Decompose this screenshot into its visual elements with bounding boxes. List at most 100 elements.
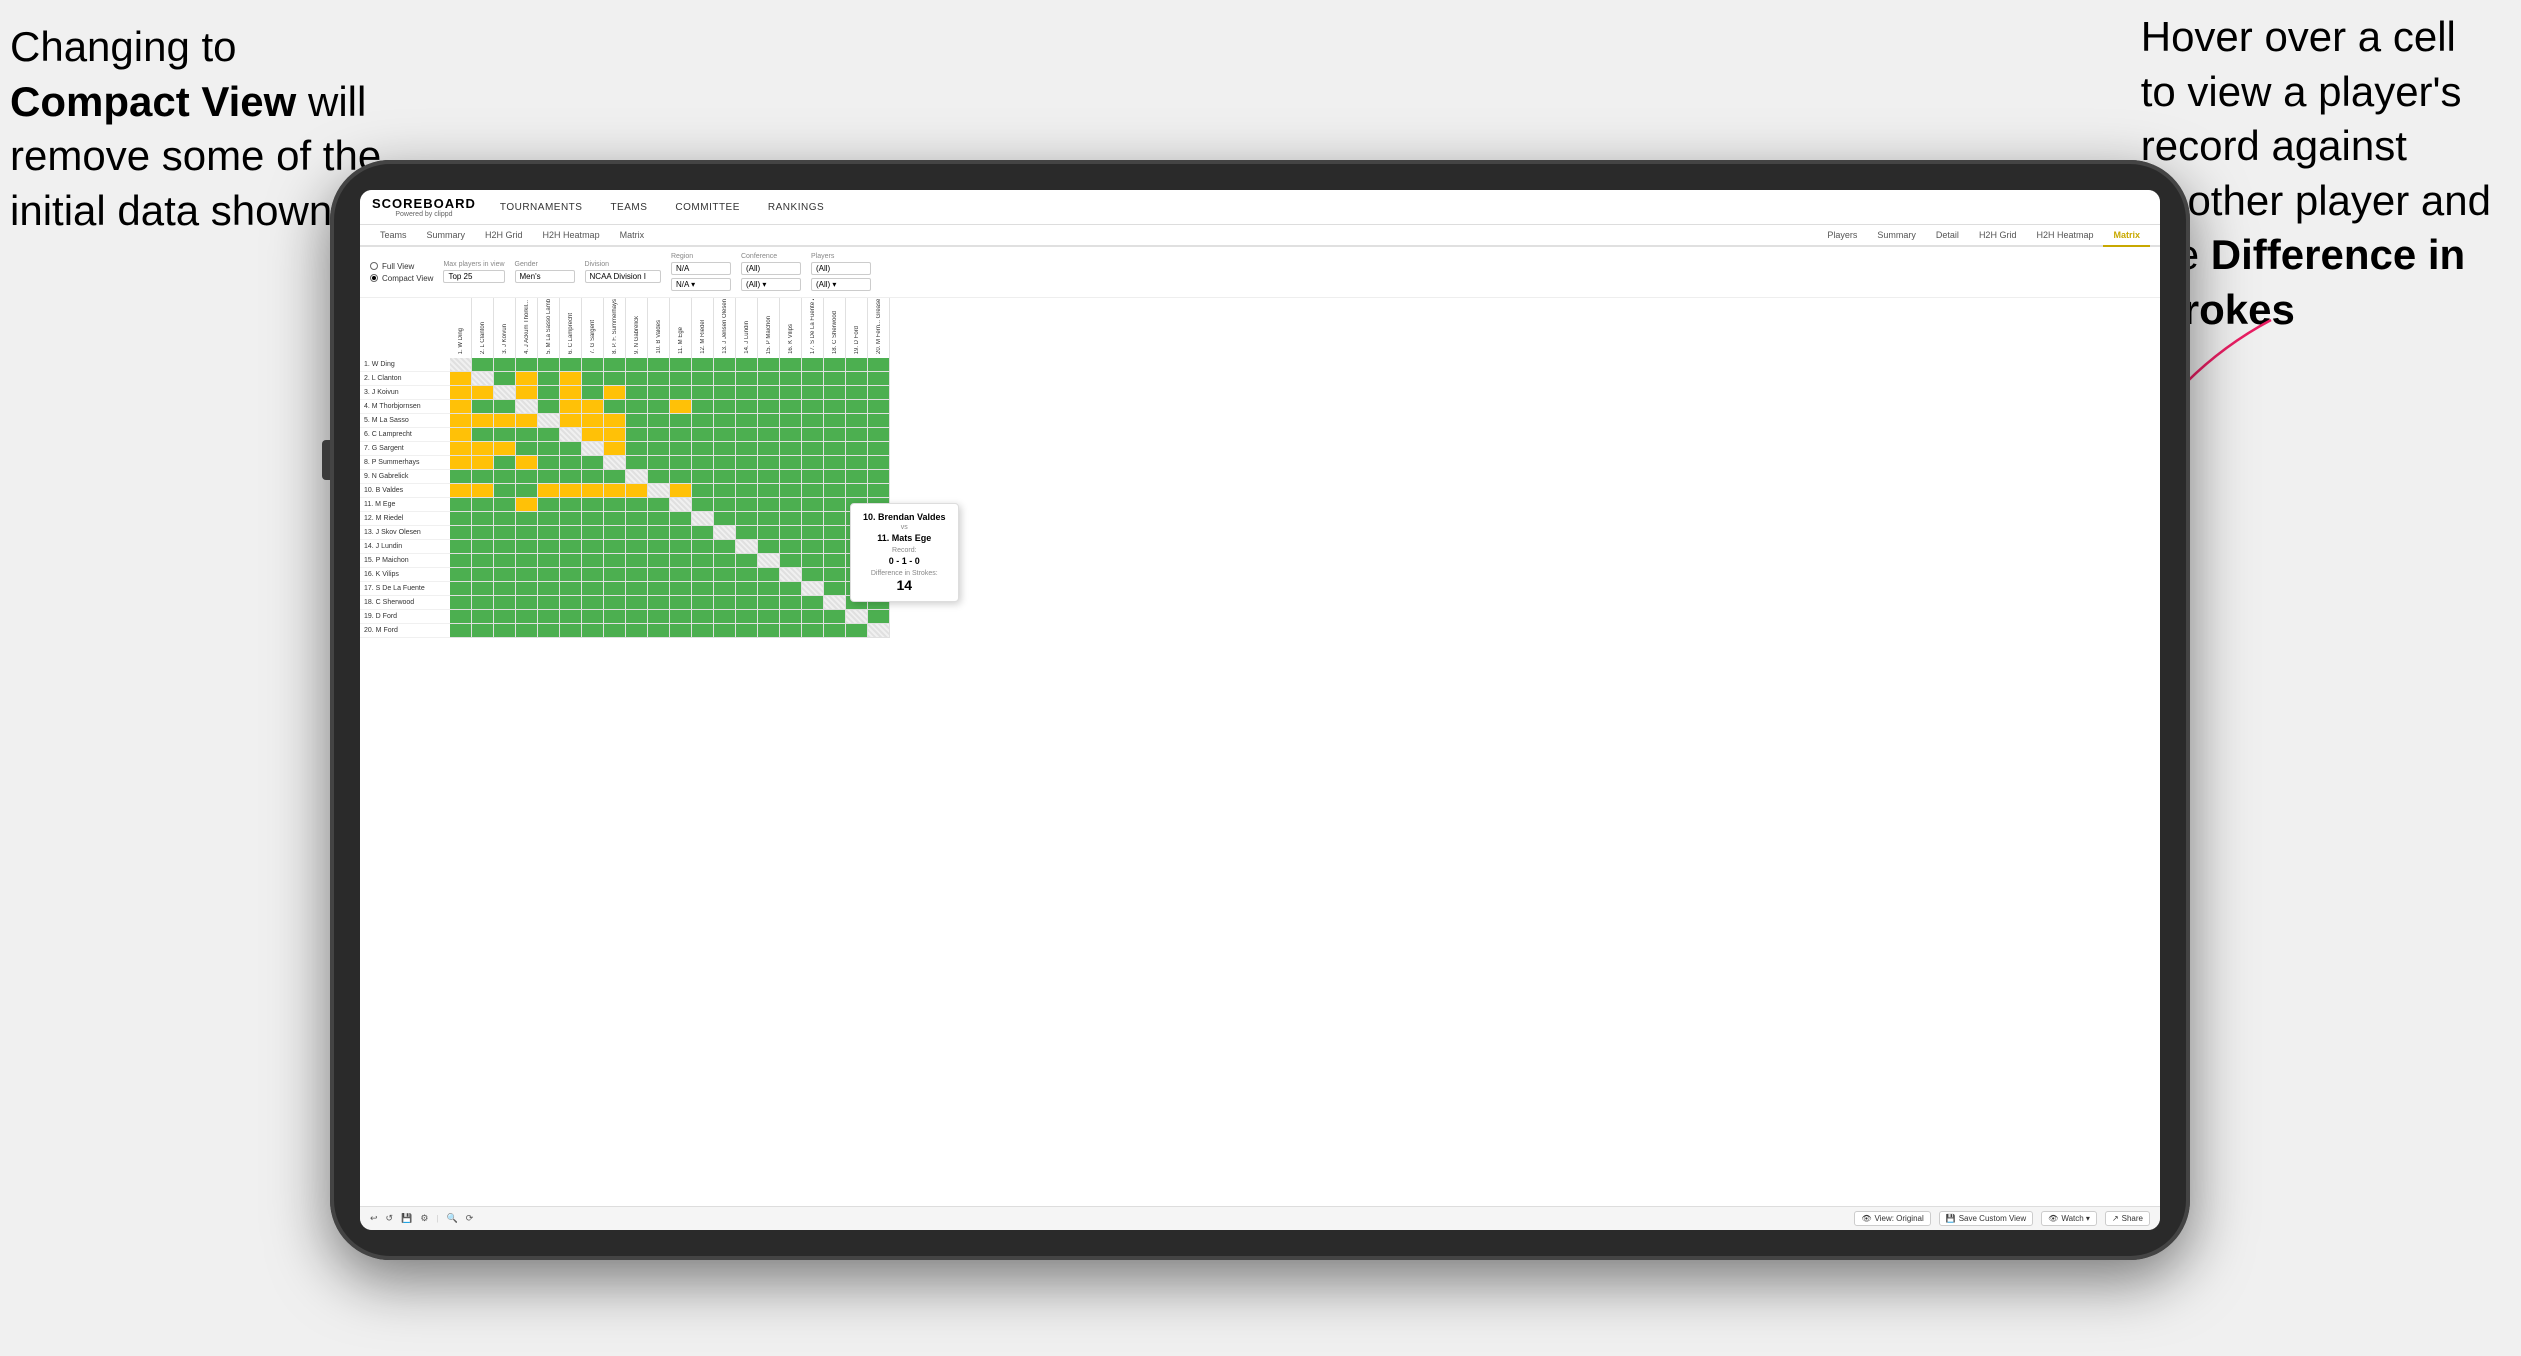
grid-cell[interactable] [560, 414, 582, 428]
grid-cell[interactable] [560, 498, 582, 512]
zoom-icon[interactable]: 🔍 [446, 1213, 457, 1224]
grid-cell[interactable] [802, 624, 824, 638]
conference-select2[interactable]: (All) ▾ [741, 278, 801, 291]
grid-cell[interactable] [626, 414, 648, 428]
grid-cell[interactable] [780, 358, 802, 372]
grid-cell[interactable] [714, 526, 736, 540]
grid-cell[interactable] [560, 358, 582, 372]
grid-cell[interactable] [560, 428, 582, 442]
grid-cell[interactable] [494, 512, 516, 526]
grid-cell[interactable] [802, 568, 824, 582]
grid-cell[interactable] [868, 372, 890, 386]
grid-cell[interactable] [604, 596, 626, 610]
grid-cell[interactable] [604, 414, 626, 428]
grid-cell[interactable] [670, 456, 692, 470]
grid-cell[interactable] [736, 568, 758, 582]
grid-cell[interactable] [582, 484, 604, 498]
max-players-select[interactable]: Top 25 [443, 270, 504, 283]
grid-cell[interactable] [516, 428, 538, 442]
grid-cell[interactable] [472, 610, 494, 624]
grid-cell[interactable] [472, 484, 494, 498]
grid-cell[interactable] [670, 540, 692, 554]
grid-cell[interactable] [758, 526, 780, 540]
radio-compact-view[interactable]: Compact View [370, 274, 433, 283]
grid-cell[interactable] [538, 582, 560, 596]
save-custom-btn[interactable]: 💾 Save Custom View [1939, 1211, 2033, 1226]
grid-cell[interactable] [450, 526, 472, 540]
grid-cell[interactable] [648, 568, 670, 582]
grid-cell[interactable] [824, 484, 846, 498]
grid-cell[interactable] [626, 470, 648, 484]
grid-cell[interactable] [472, 456, 494, 470]
grid-cell[interactable] [604, 554, 626, 568]
grid-cell[interactable] [604, 456, 626, 470]
grid-cell[interactable] [494, 568, 516, 582]
grid-cell[interactable] [714, 470, 736, 484]
grid-cell[interactable] [780, 386, 802, 400]
grid-cell[interactable] [824, 400, 846, 414]
grid-cell[interactable] [846, 414, 868, 428]
grid-cell[interactable] [626, 400, 648, 414]
grid-cell[interactable] [692, 498, 714, 512]
grid-cell[interactable] [648, 610, 670, 624]
grid-cell[interactable] [560, 526, 582, 540]
grid-cell[interactable] [582, 386, 604, 400]
share-btn[interactable]: ↗ Share [2105, 1211, 2150, 1226]
grid-cell[interactable] [758, 512, 780, 526]
grid-cell[interactable] [692, 540, 714, 554]
grid-cell[interactable] [472, 386, 494, 400]
grid-cell[interactable] [780, 484, 802, 498]
grid-cell[interactable] [450, 484, 472, 498]
grid-cell[interactable] [582, 470, 604, 484]
grid-cell[interactable] [846, 372, 868, 386]
grid-cell[interactable] [692, 414, 714, 428]
grid-cell[interactable] [538, 624, 560, 638]
grid-cell[interactable] [692, 400, 714, 414]
grid-cell[interactable] [626, 498, 648, 512]
grid-cell[interactable] [868, 484, 890, 498]
grid-cell[interactable] [802, 428, 824, 442]
grid-cell[interactable] [538, 428, 560, 442]
grid-cell[interactable] [450, 470, 472, 484]
grid-cell[interactable] [648, 442, 670, 456]
grid-cell[interactable] [604, 498, 626, 512]
grid-cell[interactable] [758, 498, 780, 512]
grid-cell[interactable] [648, 484, 670, 498]
grid-cell[interactable] [494, 526, 516, 540]
grid-cell[interactable] [516, 470, 538, 484]
grid-cell[interactable] [802, 442, 824, 456]
grid-cell[interactable] [472, 582, 494, 596]
grid-cell[interactable] [692, 428, 714, 442]
grid-cell[interactable] [538, 554, 560, 568]
grid-cell[interactable] [648, 596, 670, 610]
grid-cell[interactable] [780, 512, 802, 526]
grid-cell[interactable] [846, 358, 868, 372]
grid-cell[interactable] [824, 624, 846, 638]
nav-committee[interactable]: COMMITTEE [671, 200, 744, 215]
grid-cell[interactable] [692, 358, 714, 372]
grid-cell[interactable] [538, 414, 560, 428]
grid-cell[interactable] [626, 610, 648, 624]
grid-cell[interactable] [824, 470, 846, 484]
tab-summary2[interactable]: Summary [1867, 225, 1926, 247]
grid-cell[interactable] [648, 540, 670, 554]
grid-cell[interactable] [516, 526, 538, 540]
grid-cell[interactable] [538, 372, 560, 386]
grid-cell[interactable] [604, 372, 626, 386]
grid-cell[interactable] [560, 484, 582, 498]
grid-cell[interactable] [780, 470, 802, 484]
grid-cell[interactable] [802, 358, 824, 372]
grid-cell[interactable] [824, 414, 846, 428]
grid-cell[interactable] [714, 414, 736, 428]
grid-cell[interactable] [692, 442, 714, 456]
grid-cell[interactable] [604, 512, 626, 526]
grid-cell[interactable] [692, 554, 714, 568]
grid-cell[interactable] [824, 512, 846, 526]
grid-cell[interactable] [494, 386, 516, 400]
grid-cell[interactable] [648, 470, 670, 484]
grid-cell[interactable] [670, 470, 692, 484]
grid-cell[interactable] [450, 456, 472, 470]
grid-cell[interactable] [626, 568, 648, 582]
grid-cell[interactable] [494, 414, 516, 428]
grid-cell[interactable] [604, 582, 626, 596]
